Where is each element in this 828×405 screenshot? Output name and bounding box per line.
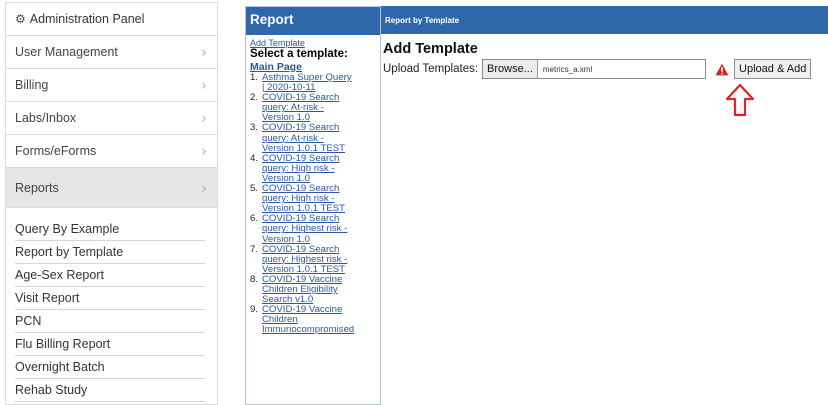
report-by-template-title: Report by Template (385, 16, 460, 25)
menu-item-label: User Management (15, 45, 118, 59)
template-number: 5. (250, 183, 259, 195)
submenu-item-pcn[interactable]: PCN (15, 310, 205, 333)
submenu-item-query-by-example[interactable]: Query By Example (15, 218, 205, 241)
gear-icon: ⚙ (15, 12, 26, 26)
warning-triangle-icon (715, 63, 729, 75)
template-list-item: 3. COVID-19 Search query: At-risk - Version… (250, 123, 378, 153)
template-number: 8. (250, 273, 259, 285)
template-link-line: query: Highest risk - (262, 223, 348, 235)
chevron-right-icon: › (201, 142, 207, 160)
submenu-item-report-by-template[interactable]: Report by Template (15, 241, 205, 264)
report-by-template-bar: Report by Template (381, 6, 828, 34)
template-link[interactable]: COVID-19 Search query: Highest risk - Vers… (262, 214, 347, 244)
add-template-link[interactable]: Add Template (250, 38, 378, 48)
submenu-item-visit-report[interactable]: Visit Report (15, 287, 205, 310)
reports-submenu: Query By Example Report by Template Age-… (6, 208, 217, 402)
menu-item-reports[interactable]: Reports › (6, 168, 217, 208)
template-number: 3. (250, 122, 259, 134)
template-list-item: 6. COVID-19 Search query: Highest risk - Ve… (250, 214, 378, 244)
template-link[interactable]: COVID-19 Vaccine Children Immunocompromise… (262, 305, 354, 335)
add-template-section: Add Template Upload Templates: Browse...… (383, 41, 823, 117)
submenu-item-rehab-study[interactable]: Rehab Study (15, 379, 205, 402)
report-title: Report (246, 7, 380, 35)
chevron-right-icon: › (201, 109, 207, 127)
template-list: 1. Asthma Super Query | 2020-10-11 2. COVID-… (250, 72, 378, 335)
chevron-right-icon: › (201, 43, 207, 61)
template-link[interactable]: COVID-19 Search query: High risk - Version… (262, 183, 345, 214)
arrow-up-icon (725, 83, 755, 117)
template-link[interactable]: COVID-19 Vaccine Children Eligibility Sear… (262, 274, 342, 305)
template-number: 1. (250, 72, 259, 83)
menu-item-label: Forms/eForms (15, 144, 97, 158)
template-link[interactable]: COVID-19 Search query: Highest risk - Vers… (262, 244, 347, 275)
submenu-item-age-sex-report[interactable]: Age-Sex Report (15, 264, 205, 287)
menu-item-labs-inbox[interactable]: Labs/Inbox › (6, 102, 217, 135)
browse-button[interactable]: Browse... (483, 60, 538, 78)
report-sidebar: Report Add Template Select a template: M… (245, 6, 381, 405)
menu-item-label: Labs/Inbox (15, 111, 77, 125)
add-template-heading: Add Template (383, 41, 478, 57)
template-link[interactable]: COVID-19 Search query: High risk - Version… (262, 153, 339, 184)
template-list-item: 5. COVID-19 Search query: High risk - Versi… (250, 183, 378, 214)
template-number: 9. (250, 304, 259, 316)
template-list-item: 9. COVID-19 Vaccine Children Immunocompromi… (250, 305, 378, 335)
submenu-item-overnight-batch[interactable]: Overnight Batch (15, 356, 205, 379)
upload-templates-label: Upload Templates: (383, 63, 479, 75)
admin-panel-header: ⚙ Administration Panel (6, 3, 217, 36)
template-list-item: 7. COVID-19 Search query: Highest risk - Ve… (250, 243, 378, 275)
template-link[interactable]: Asthma Super Query | 2020-10-11 (262, 72, 352, 93)
template-list-item: 8. COVID-19 Vaccine Children Eligibility Se… (250, 273, 378, 305)
menu-item-label: Billing (15, 78, 49, 92)
file-input[interactable]: Browse... metrics_a.xml (482, 59, 707, 79)
template-link[interactable]: COVID-19 Search query: At-risk - Version 1… (262, 93, 339, 123)
template-list-item: 4. COVID-19 Search query: High risk - Versi… (250, 152, 378, 184)
chevron-right-icon: › (201, 178, 207, 197)
submenu-item-flu-billing-report[interactable]: Flu Billing Report (15, 333, 205, 356)
upload-row: Upload Templates: Browse... metrics_a.xm… (383, 58, 823, 80)
template-number: 7. (250, 243, 259, 255)
template-list-item: 2. COVID-19 Search query: At-risk - Version… (250, 93, 378, 123)
template-number: 2. (250, 92, 259, 104)
menu-item-label: Reports (15, 180, 59, 195)
selected-file-name: metrics_a.xml (542, 64, 593, 74)
upload-and-add-button[interactable]: Upload & Add (734, 59, 812, 79)
template-link[interactable]: COVID-19 Search query: At-risk - Version 1… (262, 123, 345, 153)
template-number: 4. (250, 152, 259, 164)
chevron-right-icon: › (201, 76, 207, 94)
template-list-item: 1. Asthma Super Query | 2020-10-11 (250, 72, 378, 93)
administration-panel: ⚙ Administration Panel User Management ›… (5, 2, 218, 405)
template-link-line: Immunocompromised (262, 324, 355, 336)
menu-item-forms-eforms[interactable]: Forms/eForms › (6, 135, 217, 168)
admin-panel-title: Administration Panel (29, 12, 145, 26)
select-template-label: Select a template: (250, 48, 348, 60)
menu-item-billing[interactable]: Billing › (6, 69, 217, 102)
menu-item-user-management[interactable]: User Management › (6, 36, 217, 69)
template-number: 6. (250, 213, 259, 225)
